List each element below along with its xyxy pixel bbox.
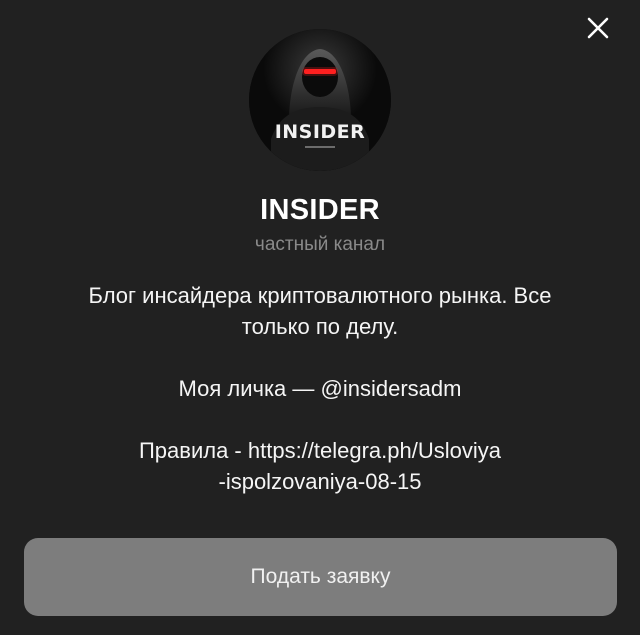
description-line: Блог инсайдера криптовалютного рынка. Вс… bbox=[88, 283, 552, 308]
description-line: Правила - https://telegra.ph/Usloviya bbox=[138, 438, 501, 463]
close-icon bbox=[587, 17, 609, 39]
channel-join-dialog: INSIDER INSIDER частный канал Блог инсай… bbox=[0, 0, 640, 635]
channel-description: Блог инсайдера криптовалютного рынка. Вс… bbox=[40, 280, 600, 497]
avatar-logo-text: INSIDER bbox=[274, 121, 366, 143]
description-line: Моя личка — @insidersadm bbox=[178, 376, 462, 401]
close-button[interactable] bbox=[578, 8, 618, 48]
hooded-figure-icon bbox=[249, 29, 391, 171]
channel-type-label: частный канал bbox=[254, 234, 386, 255]
channel-avatar: INSIDER bbox=[249, 29, 391, 171]
description-line: только по делу. bbox=[241, 314, 399, 339]
channel-title: INSIDER bbox=[260, 194, 380, 226]
apply-to-join-button[interactable]: Подать заявку bbox=[24, 538, 617, 616]
description-line: -ispolzovaniya-08-15 bbox=[218, 469, 422, 494]
